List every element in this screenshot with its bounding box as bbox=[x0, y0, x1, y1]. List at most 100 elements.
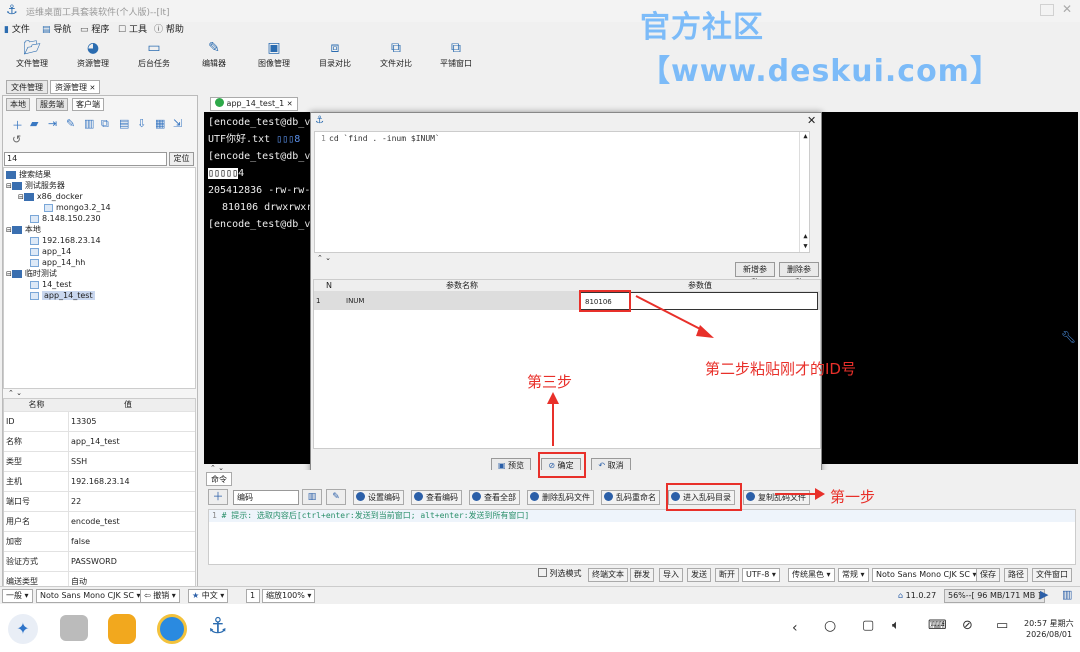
disconnect-button[interactable]: 断开 bbox=[715, 568, 739, 582]
export-icon[interactable]: ▦ bbox=[155, 117, 165, 130]
delete-param-button[interactable]: 删除参数 bbox=[779, 262, 819, 287]
tree-node[interactable]: 192.168.23.14 bbox=[30, 235, 195, 246]
tab-client[interactable]: 客户端 bbox=[72, 98, 104, 111]
tree-node[interactable]: 14_test bbox=[30, 279, 195, 290]
menu-file[interactable]: ▮ 文件 bbox=[4, 22, 30, 38]
paste-icon[interactable]: ▤ bbox=[119, 117, 129, 130]
tree-node[interactable]: 8.148.150.230 bbox=[30, 213, 195, 224]
move-icon[interactable]: ⇩ bbox=[137, 117, 146, 130]
maximize-button[interactable] bbox=[1040, 4, 1054, 16]
session-tab[interactable]: app_14_test_1 ✕ bbox=[210, 97, 298, 111]
tree-node[interactable]: ⊟ 本地 bbox=[6, 224, 195, 235]
deskui-app-icon[interactable]: ⚓ bbox=[208, 614, 236, 644]
color-theme-select[interactable]: 传统黑色 ▾ bbox=[788, 568, 835, 582]
zoom-select[interactable]: 缩放100% ▾ bbox=[262, 589, 316, 603]
resource-tree[interactable]: 搜索结果 ⊟ 测试服务器 ⊟ x86_docker mongo3.2_14 8.14… bbox=[3, 167, 196, 389]
add-icon[interactable]: ＋ bbox=[208, 489, 228, 505]
column-select-checkbox[interactable]: 列选模式 bbox=[535, 568, 585, 582]
delete-garbled-file-button[interactable]: 删除乱码文件 bbox=[527, 490, 594, 505]
launcher-icon[interactable]: ✦ bbox=[8, 614, 38, 644]
send-button[interactable]: 发送 bbox=[687, 568, 711, 582]
refresh-icon[interactable]: ↺ bbox=[12, 133, 21, 146]
table-row[interactable]: 1 INUM 810106 bbox=[314, 292, 820, 310]
new-folder-icon[interactable]: ▰ bbox=[30, 117, 38, 130]
delete-icon[interactable]: ▥ bbox=[84, 117, 94, 130]
notification-icon[interactable]: ▭ bbox=[996, 618, 1008, 633]
toolbar-file-compare[interactable]: ⧉ 文件对比 bbox=[366, 40, 426, 69]
font-select[interactable]: Noto Sans Mono CJK SC ▾ bbox=[872, 568, 981, 582]
back-icon[interactable]: ‹ bbox=[792, 620, 798, 636]
tab-command[interactable]: 命令 bbox=[206, 472, 232, 486]
screenshot-icon[interactable]: ▢ bbox=[862, 618, 874, 633]
import-button[interactable]: 导入 bbox=[659, 568, 683, 582]
toolbar-background-tasks[interactable]: ▭ 后台任务 bbox=[124, 40, 184, 69]
edit-icon[interactable]: ✎ bbox=[66, 117, 75, 130]
tree-node[interactable]: ⊟ 测试服务器 bbox=[6, 180, 195, 191]
toolbar-editor[interactable]: ✎ 编辑器 bbox=[184, 40, 244, 69]
toolbar-file-manager[interactable]: 📂︎ 文件管理 bbox=[2, 40, 62, 69]
status-font-select[interactable]: Noto Sans Mono CJK SC ▾ bbox=[36, 589, 145, 603]
tree-node[interactable]: app_14 bbox=[30, 246, 195, 257]
tree-node[interactable]: ⊟ 临时测试 bbox=[6, 268, 195, 279]
close-button[interactable]: ✕ bbox=[1062, 2, 1072, 16]
style-select[interactable]: 常规 ▾ bbox=[838, 568, 869, 582]
code-editor[interactable]: 1 cd `find . -inum $INUM` ▲ ▲ ▼ bbox=[314, 131, 810, 253]
set-encoding-button[interactable]: 设置编码 bbox=[353, 490, 404, 505]
add-param-button[interactable]: 新增参数 bbox=[735, 262, 775, 287]
menu-help[interactable]: ⓘ 帮助 bbox=[154, 22, 184, 38]
mode-select[interactable]: 一般 ▾ bbox=[2, 589, 33, 603]
tree-root[interactable]: 搜索结果 bbox=[6, 169, 195, 180]
tab-resource-manager[interactable]: 资源管理 ✕ bbox=[50, 80, 101, 94]
view-encoding-button[interactable]: 查看编码 bbox=[411, 490, 462, 505]
undo-select[interactable]: ⇦ 撤销 ▾ bbox=[140, 589, 180, 603]
toolbar-image-manager[interactable]: ▣ 图像管理 bbox=[244, 40, 304, 69]
search-icon[interactable]: ○ bbox=[824, 618, 836, 634]
menu-program[interactable]: ▭ 程序 bbox=[80, 22, 109, 38]
menu-nav[interactable]: ▤ 导航 bbox=[42, 22, 71, 38]
language-select[interactable]: ★ 中文 ▾ bbox=[188, 589, 229, 603]
file-window-button[interactable]: 文件窗口 bbox=[1032, 568, 1072, 582]
encoding-input[interactable]: 编码 bbox=[233, 490, 299, 505]
toolbar-resource-manager[interactable]: ◕ 资源管理 bbox=[63, 40, 123, 69]
number-field[interactable]: 1 bbox=[246, 589, 260, 603]
edit-icon[interactable]: ✎ bbox=[326, 489, 346, 505]
add-icon[interactable]: ＋ bbox=[12, 117, 23, 133]
import-icon[interactable]: ⇥ bbox=[48, 117, 57, 130]
search-input[interactable]: 14 bbox=[4, 152, 167, 166]
close-tab-icon[interactable]: ✕ bbox=[287, 100, 293, 108]
terminal-text-button[interactable]: 终端文本 bbox=[588, 568, 628, 582]
close-dialog-button[interactable]: ✕ bbox=[807, 114, 816, 127]
browser-app-icon[interactable] bbox=[157, 614, 187, 644]
collapse-arrows-icon[interactable]: ⌃ ⌄ bbox=[8, 389, 22, 397]
tree-node[interactable]: ⊟ x86_docker bbox=[18, 191, 195, 202]
collapse-arrows-icon[interactable]: ⌃ ⌄ bbox=[317, 254, 331, 262]
collapse-arrows-icon[interactable]: ⌃ ⌄ bbox=[210, 464, 224, 472]
view-all-button[interactable]: 查看全部 bbox=[469, 490, 520, 505]
toolbar-dir-compare[interactable]: ⧈ 目录对比 bbox=[305, 40, 365, 69]
trash-icon[interactable]: ▥ bbox=[1062, 588, 1072, 601]
save-button[interactable]: 保存 bbox=[976, 568, 1000, 582]
delete-icon[interactable]: ▥ bbox=[302, 489, 322, 505]
tree-node[interactable]: app_14_hh bbox=[30, 257, 195, 268]
file-manager-app-icon[interactable] bbox=[108, 614, 136, 644]
tree-node[interactable]: mongo3.2_14 bbox=[44, 202, 195, 213]
path-button[interactable]: 路径 bbox=[1004, 568, 1028, 582]
toolbar-tile-windows[interactable]: ⧉ 平铺窗口 bbox=[426, 40, 486, 69]
close-tab-icon[interactable]: ✕ bbox=[90, 84, 96, 92]
editor-scrollbar[interactable]: ▲ ▲ ▼ bbox=[799, 132, 810, 252]
copy-icon[interactable]: ⧉ bbox=[101, 117, 109, 131]
multitask-icon[interactable] bbox=[60, 615, 88, 641]
broadcast-button[interactable]: 群发 bbox=[630, 568, 654, 582]
wifi-off-icon[interactable]: ⊘ bbox=[962, 618, 973, 633]
login-icon[interactable]: ⇲ bbox=[173, 117, 182, 130]
rename-garbled-button[interactable]: 乱码重命名 bbox=[601, 490, 660, 505]
encoding-select[interactable]: UTF-8 ▾ bbox=[742, 568, 780, 582]
command-input[interactable]: 1 # 提示: 选取内容后[ctrl+enter:发送到当前窗口; alt+en… bbox=[208, 509, 1076, 565]
tree-node-selected[interactable]: app_14_test bbox=[30, 290, 195, 301]
tab-server[interactable]: 服务端 bbox=[36, 98, 68, 111]
locate-button[interactable]: 定位 bbox=[169, 152, 194, 166]
menu-tools[interactable]: ☐ 工具 bbox=[118, 22, 147, 38]
wrench-icon[interactable]: 🔧︎ bbox=[1061, 330, 1076, 344]
run-icon[interactable]: ▶ bbox=[1040, 588, 1048, 601]
keyboard-icon[interactable]: ⌨ bbox=[928, 618, 947, 633]
